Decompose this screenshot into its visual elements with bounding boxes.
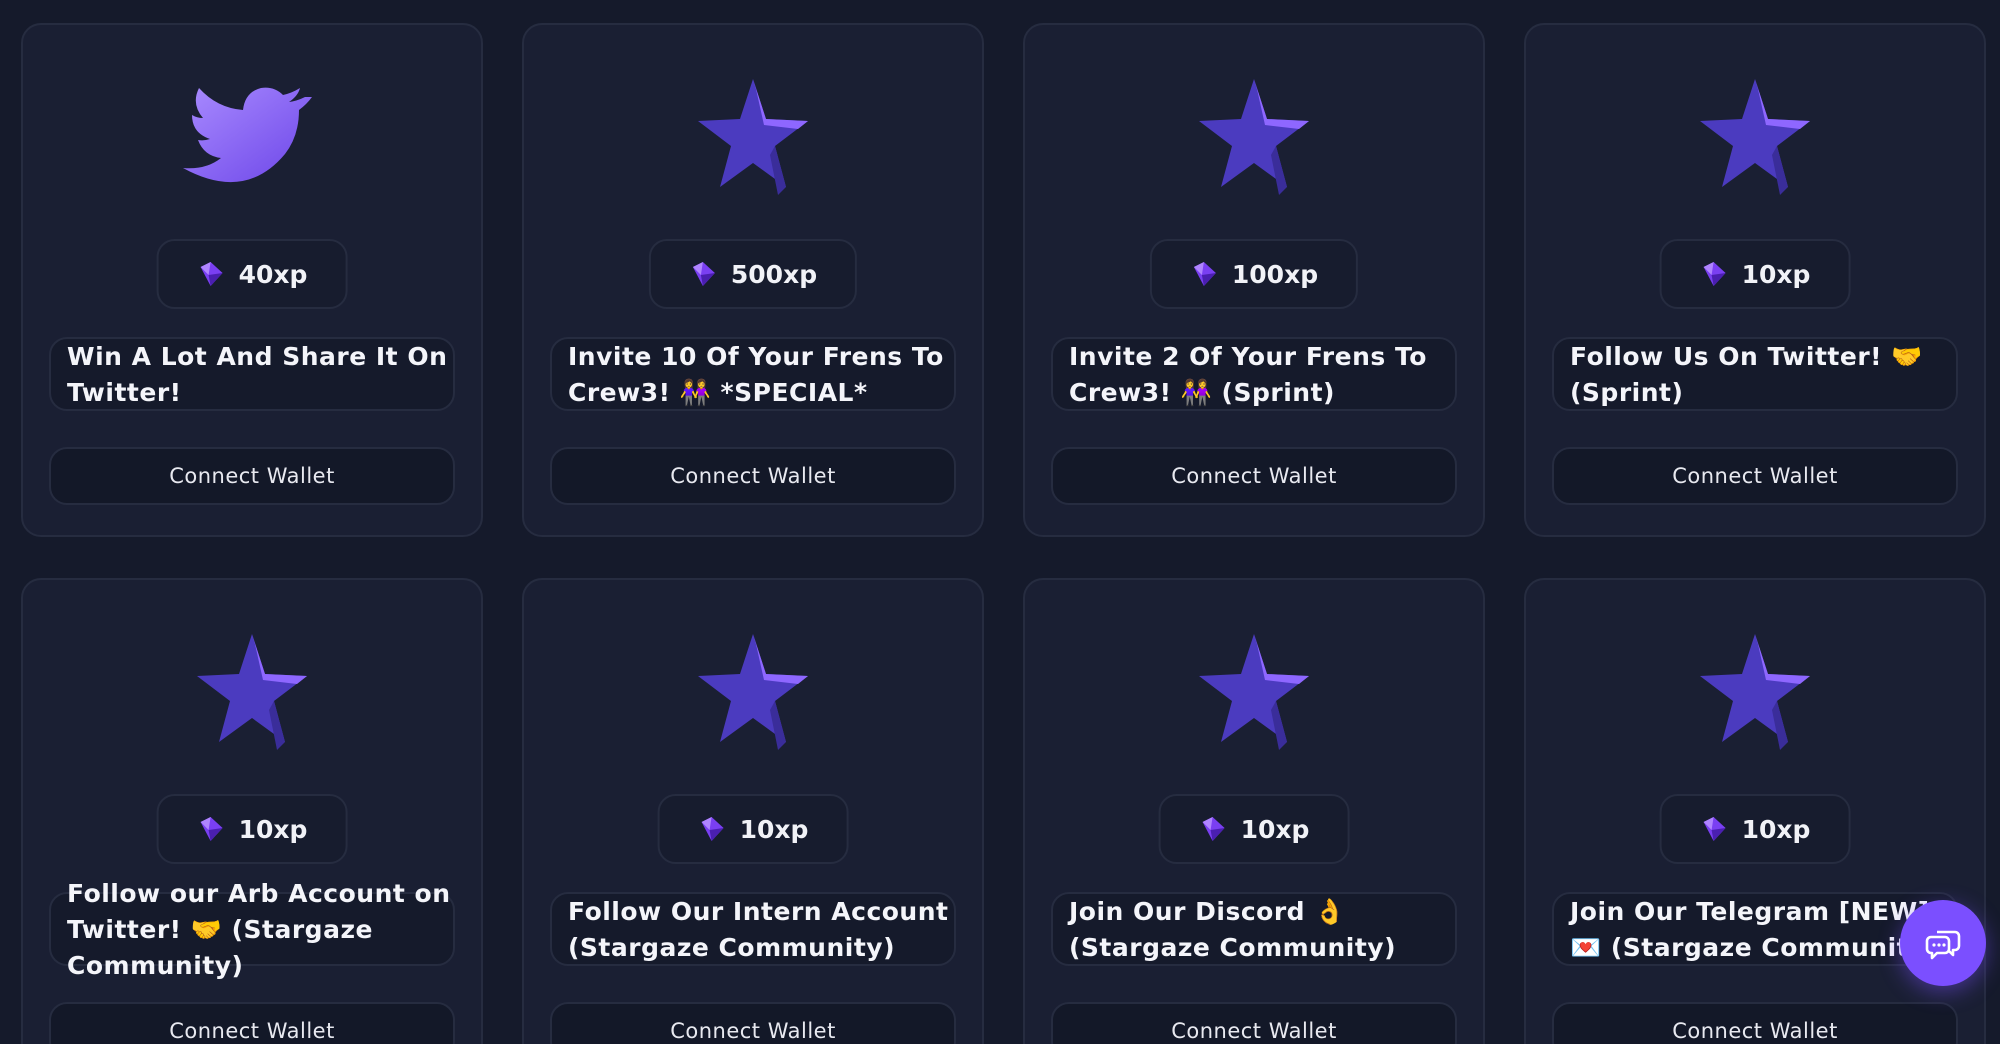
gem-icon (1703, 262, 1726, 286)
quest-title: Follow Our Intern Account (Stargaze Comm… (568, 897, 949, 962)
quest-card[interactable]: 10xp Follow Us On Twitter! 🤝 (Sprint) Co… (1524, 23, 1986, 537)
xp-value: 10xp (1240, 814, 1310, 844)
xp-value: 100xp (1231, 259, 1319, 289)
quest-title: Follow our Arb Account on Twitter! 🤝 (St… (67, 879, 451, 980)
xp-badge: 100xp (1149, 239, 1359, 309)
gem-icon (701, 817, 724, 841)
quest-title: Join Our Telegram [NEW] 💌 (Stargaze Comm… (1570, 897, 1938, 962)
star-icon (698, 79, 808, 195)
gem-icon (1202, 817, 1225, 841)
connect-wallet-button[interactable]: Connect Wallet (1552, 447, 1958, 505)
connect-wallet-button[interactable]: Connect Wallet (550, 447, 956, 505)
gem-icon (1193, 262, 1216, 286)
gem-icon (692, 262, 715, 286)
connect-wallet-button[interactable]: Connect Wallet (550, 1002, 956, 1044)
star-icon (698, 634, 808, 750)
quest-title: Join Our Discord 👌 (Stargaze Community) (1069, 897, 1397, 962)
xp-value: 40xp (238, 259, 308, 289)
chat-button[interactable] (1900, 900, 1986, 986)
xp-value: 10xp (739, 814, 809, 844)
quest-card[interactable]: 10xp Join Our Discord 👌 (Stargaze Commun… (1023, 578, 1485, 1044)
xp-badge: 10xp (156, 794, 348, 864)
gem-icon (1703, 817, 1726, 841)
quest-card[interactable]: 10xp Follow our Arb Account on Twitter! … (21, 578, 483, 1044)
xp-badge: 10xp (1659, 794, 1851, 864)
quest-card[interactable]: 500xp Invite 10 Of Your Frens To Crew3! … (522, 23, 984, 537)
star-icon (1700, 634, 1810, 750)
quest-title: Invite 10 Of Your Frens To Crew3! 👭 *SPE… (568, 342, 944, 407)
quest-title: Win A Lot And Share It On Twitter! (67, 342, 448, 407)
star-icon (1199, 79, 1309, 195)
connect-wallet-button[interactable]: Connect Wallet (1051, 447, 1457, 505)
quest-card[interactable]: 40xp Win A Lot And Share It On Twitter! … (21, 23, 483, 537)
xp-value: 10xp (1741, 814, 1811, 844)
xp-badge: 10xp (1158, 794, 1350, 864)
quest-title: Invite 2 Of Your Frens To Crew3! 👭 (Spri… (1069, 342, 1427, 407)
xp-value: 10xp (238, 814, 308, 844)
star-icon (197, 634, 307, 750)
xp-value: 500xp (730, 259, 818, 289)
xp-badge: 40xp (156, 239, 348, 309)
gem-icon (200, 262, 223, 286)
connect-wallet-button[interactable]: Connect Wallet (1051, 1002, 1457, 1044)
xp-value: 10xp (1741, 259, 1811, 289)
quest-card[interactable]: 10xp Follow Our Intern Account (Stargaze… (522, 578, 984, 1044)
connect-wallet-button[interactable]: Connect Wallet (49, 447, 455, 505)
connect-wallet-button[interactable]: Connect Wallet (1552, 1002, 1958, 1044)
xp-badge: 10xp (657, 794, 849, 864)
star-icon (1700, 79, 1810, 195)
chat-bubbles-icon (1925, 930, 1961, 960)
star-icon (1199, 634, 1309, 750)
xp-badge: 500xp (648, 239, 858, 309)
quest-title: Follow Us On Twitter! 🤝 (Sprint) (1570, 342, 1923, 407)
connect-wallet-button[interactable]: Connect Wallet (49, 1002, 455, 1044)
quest-grid: 40xp Win A Lot And Share It On Twitter! … (0, 0, 2000, 1044)
gem-icon (200, 817, 223, 841)
twitter-bird-icon (183, 87, 312, 183)
xp-badge: 10xp (1659, 239, 1851, 309)
quest-card[interactable]: 100xp Invite 2 Of Your Frens To Crew3! 👭… (1023, 23, 1485, 537)
